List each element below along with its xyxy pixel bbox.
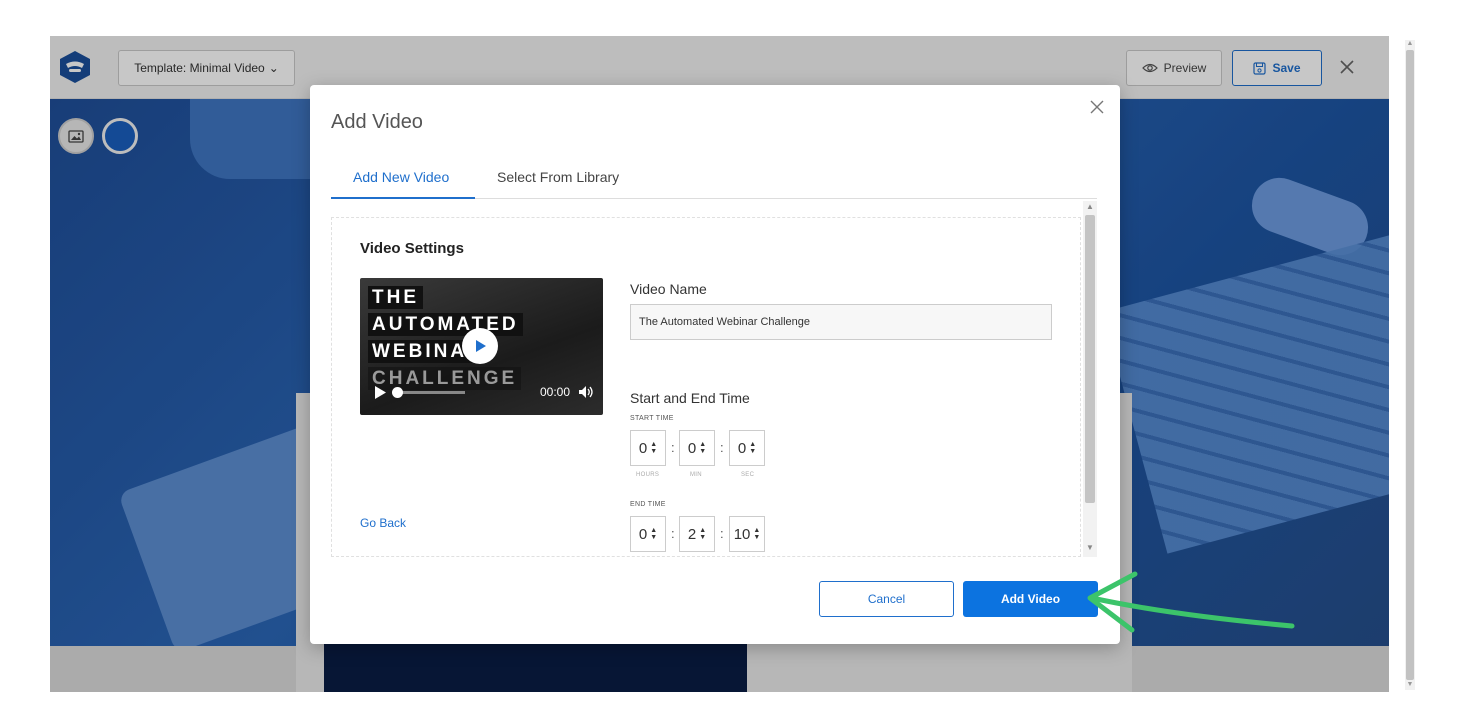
annotation-arrow-icon [1087,571,1295,633]
end-min-stepper[interactable]: 2 ▲ ▼ [679,516,715,552]
add-video-button[interactable]: Add Video [963,581,1098,617]
cancel-button[interactable]: Cancel [819,581,954,617]
start-min-stepper[interactable]: 0 ▲ ▼ [679,430,715,466]
sec-unit-label: SEC [741,472,755,478]
min-unit-label: MIN [690,472,702,478]
hours-unit-label: HOURS [636,472,660,478]
add-video-modal: Add Video Add New Video Select From Libr… [310,85,1120,644]
tab-select-from-library[interactable]: Select From Library [497,169,619,199]
start-time-label: START TIME [630,415,674,422]
scroll-up-arrow-icon[interactable]: ▲ [1405,40,1415,47]
settings-scrollbar[interactable]: ▲ ▼ [1083,201,1097,557]
start-min-value: 0 [687,439,697,457]
settings-scroll-down-icon[interactable]: ▼ [1083,543,1097,552]
start-hours-value: 0 [638,439,648,457]
time-separator: : [720,440,724,455]
close-icon[interactable] [1089,99,1105,115]
video-controls: 00:00 [374,381,594,403]
end-min-value: 2 [687,525,697,543]
end-time-label: END TIME [630,501,666,508]
modal-title: Add Video [331,111,423,133]
active-tab-indicator [331,197,475,199]
video-settings-title: Video Settings [360,240,464,257]
video-title-line-1: THE [368,286,423,309]
stepper-arrows-icon[interactable]: ▲ ▼ [650,441,657,455]
stepper-arrows-icon[interactable]: ▲ ▼ [749,441,756,455]
end-hours-value: 0 [638,525,648,543]
settings-scrollbar-thumb[interactable] [1085,215,1095,503]
start-sec-stepper[interactable]: 0 ▲ ▼ [729,430,765,466]
time-separator: : [671,440,675,455]
start-sec-value: 0 [737,439,747,457]
video-progress-handle[interactable] [392,386,403,398]
end-sec-stepper[interactable]: 10 ▲ ▼ [729,516,765,552]
video-progress-bar[interactable] [392,386,465,398]
time-separator: : [671,526,675,541]
end-hours-stepper[interactable]: 0 ▲ ▼ [630,516,666,552]
tab-add-new-video[interactable]: Add New Video [353,169,449,199]
stepper-arrows-icon[interactable]: ▲ ▼ [650,527,657,541]
settings-scroll-up-icon[interactable]: ▲ [1083,202,1097,211]
volume-icon[interactable] [578,385,594,399]
stepper-arrows-icon[interactable]: ▲ ▼ [699,441,706,455]
video-time: 00:00 [539,385,570,399]
time-separator: : [720,526,724,541]
video-settings-panel: Video Settings THE AUTOMATED WEBINAR CHA… [331,217,1081,557]
stepper-arrows-icon[interactable]: ▲ ▼ [753,527,760,541]
scroll-down-arrow-icon[interactable]: ▼ [1405,681,1415,688]
play-control-icon[interactable] [374,385,387,400]
page-scrollbar-thumb[interactable] [1406,50,1414,680]
modal-tabs: Add New Video Select From Library [331,161,1097,199]
video-name-label: Video Name [630,281,707,297]
play-icon [476,340,486,352]
start-hours-stepper[interactable]: 0 ▲ ▼ [630,430,666,466]
stepper-arrows-icon[interactable]: ▲ ▼ [699,527,706,541]
video-play-overlay-button[interactable] [462,328,498,364]
end-sec-value: 10 [733,525,751,543]
video-preview[interactable]: THE AUTOMATED WEBINAR CHALLENGE 00:00 [360,278,603,415]
go-back-link[interactable]: Go Back [360,516,406,530]
video-title-line-2: AUTOMATED [368,313,523,336]
video-name-input[interactable] [630,304,1052,340]
start-end-time-label: Start and End Time [630,390,750,406]
